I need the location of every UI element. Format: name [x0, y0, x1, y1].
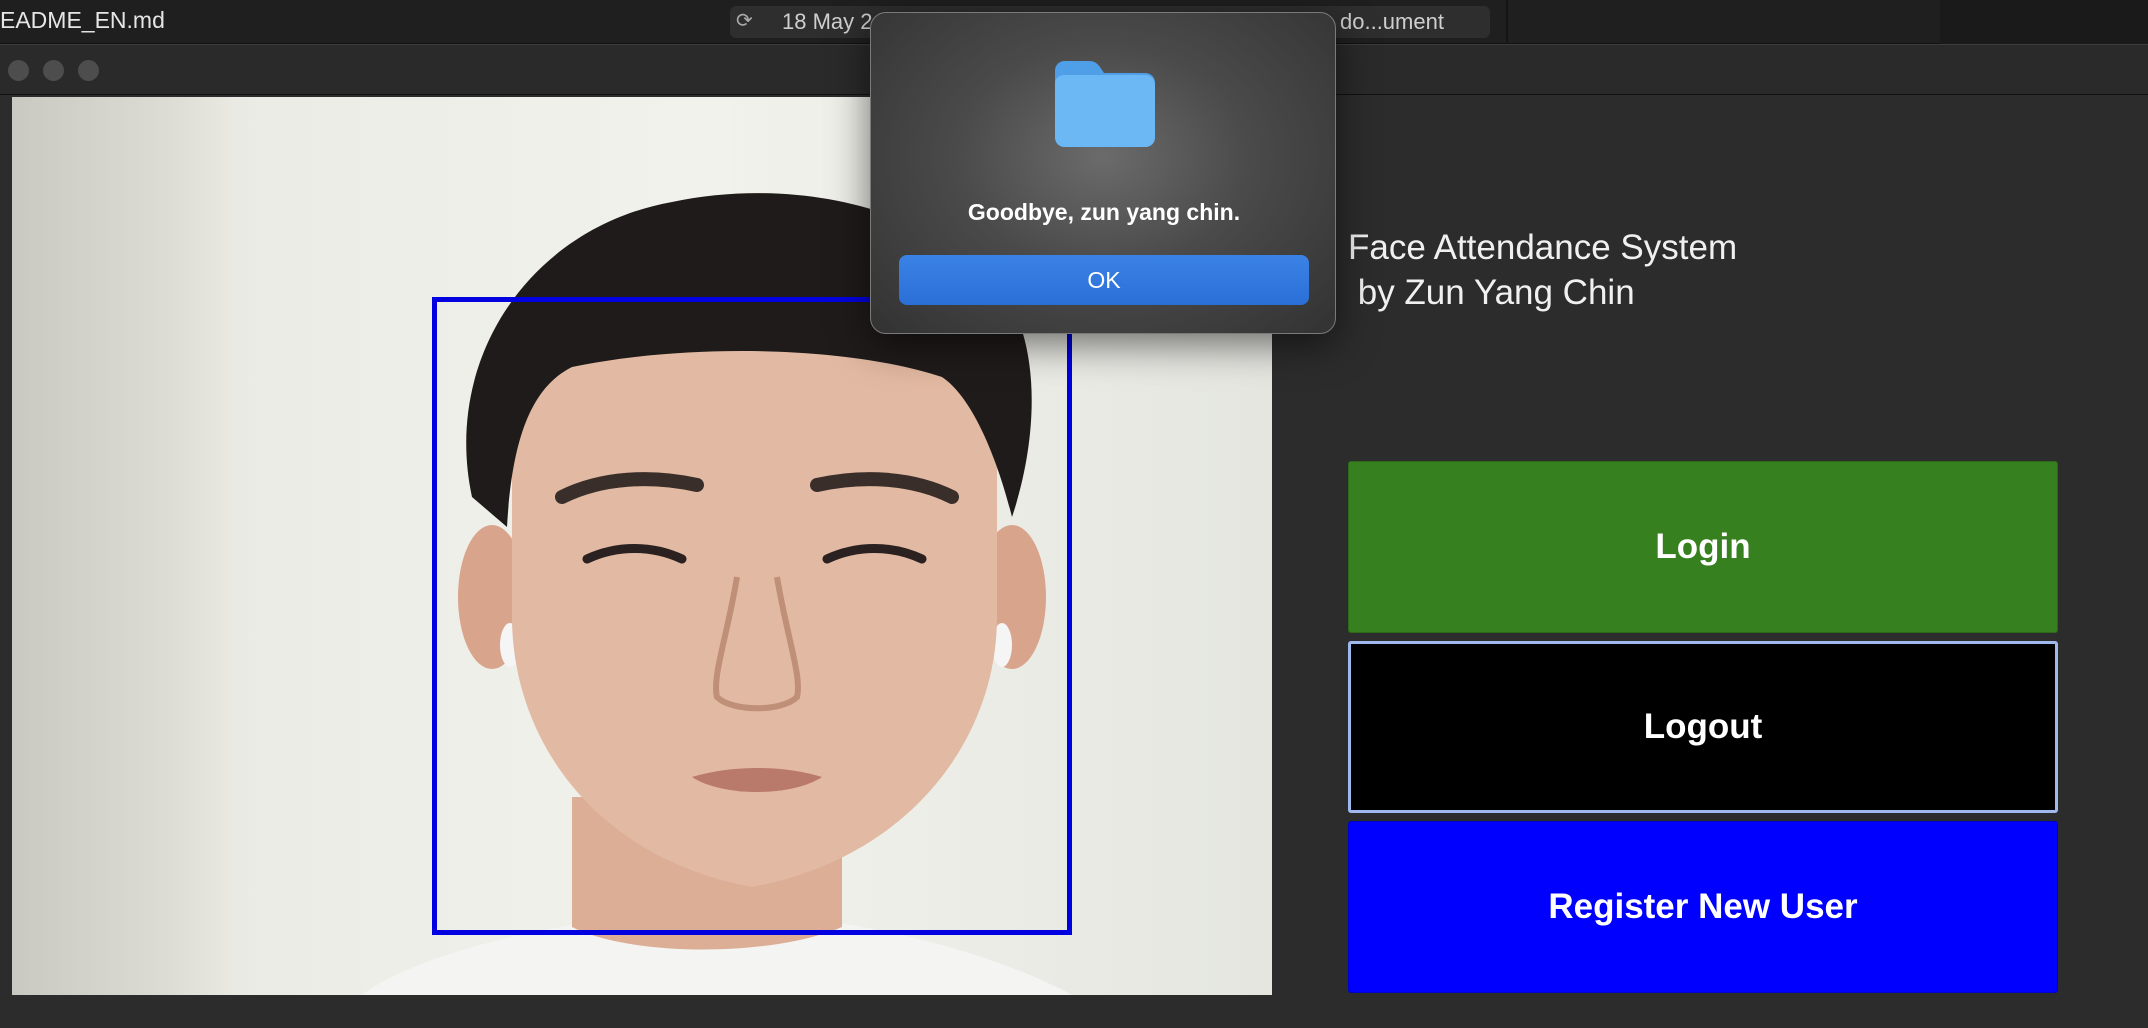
dialog-message: Goodbye, zun yang chin.: [967, 199, 1241, 225]
login-button[interactable]: Login: [1348, 461, 2058, 633]
zoom-button[interactable]: [78, 60, 99, 81]
sync-icon: ⟳: [736, 10, 753, 32]
logout-button[interactable]: Logout: [1348, 641, 2058, 813]
background-date: 18 May 2: [782, 9, 873, 34]
app-title: Face Attendance System by Zun Yang Chin: [1348, 228, 1738, 312]
face-detection-box: [432, 297, 1072, 935]
ok-button[interactable]: OK: [899, 255, 1309, 305]
minimize-button[interactable]: [43, 60, 64, 81]
background-filename[interactable]: EADME_EN.md: [0, 7, 165, 34]
folder-icon: [1055, 61, 1155, 147]
register-new-user-button[interactable]: Register New User: [1348, 821, 2058, 993]
decorative-pattern: [1940, 0, 2148, 44]
divider: [1506, 0, 1508, 44]
alert-dialog: Goodbye, zun yang chin. OK: [870, 12, 1336, 334]
close-button[interactable]: [8, 60, 29, 81]
background-doc-label: do...ument: [1340, 9, 1444, 34]
